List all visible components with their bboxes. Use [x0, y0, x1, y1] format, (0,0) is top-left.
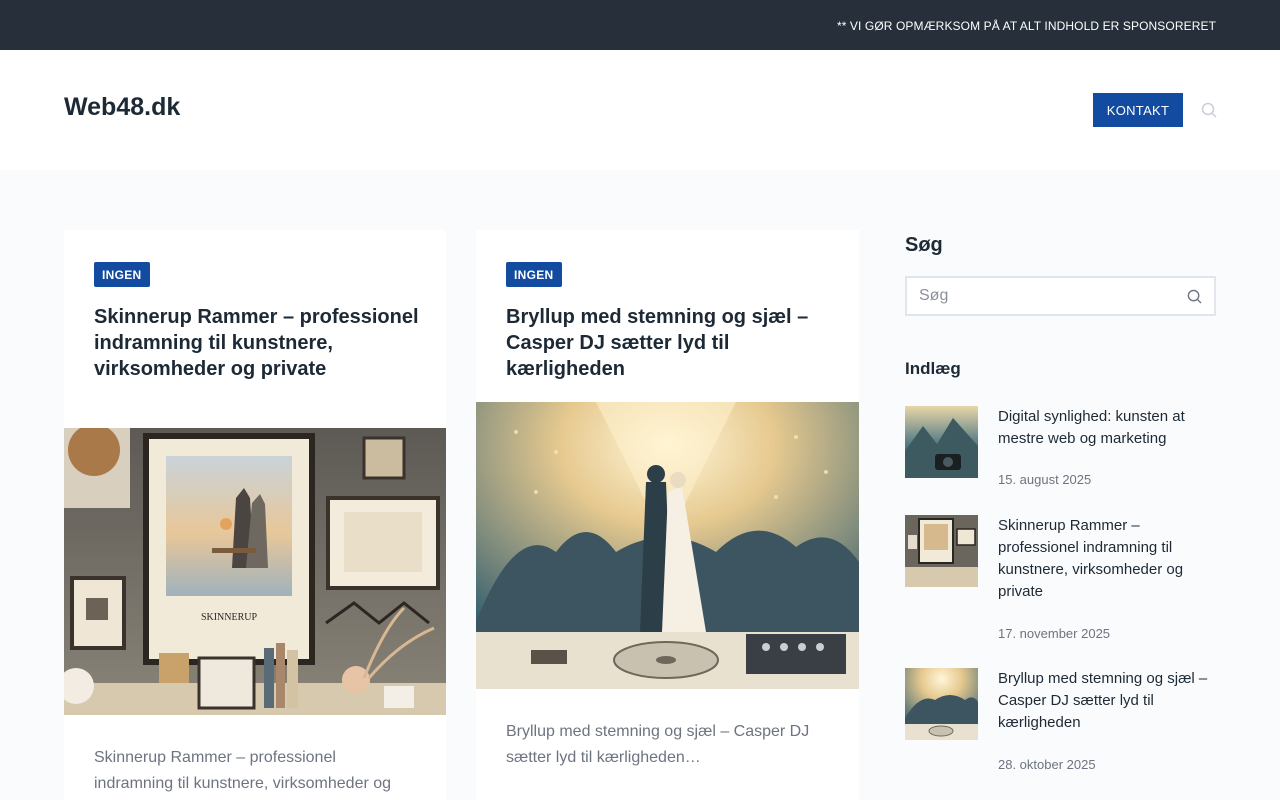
post-thumbnail[interactable] [905, 406, 978, 478]
posts-widget-title: Indlæg [905, 359, 961, 378]
site-header: Web48.dk KONTAKT [0, 50, 1280, 170]
search-widget-title: Søg [905, 234, 943, 256]
post-card-skinnerup: INGEN Skinnerup Rammer – professionel in… [64, 230, 446, 800]
post-thumbnail[interactable] [905, 515, 978, 587]
sidebar-post-date: 17. november 2025 [998, 626, 1111, 641]
category-tag[interactable]: INGEN [94, 262, 150, 287]
post-card-title[interactable]: Skinnerup Rammer – professionel indramni… [94, 304, 424, 382]
site-title-link[interactable]: Web48.dk [64, 93, 180, 122]
contact-button[interactable]: KONTAKT [1093, 93, 1183, 127]
post-thumbnail[interactable] [905, 668, 978, 740]
sponsored-notice: ** VI GØR OPMÆRKSOM PÅ AT ALT INDHOLD ER… [836, 19, 1216, 33]
top-notice-bar: ** VI GØR OPMÆRKSOM PÅ AT ALT INDHOLD ER… [0, 0, 1280, 50]
search-icon[interactable] [1201, 102, 1217, 118]
post-card-excerpt: Skinnerup Rammer – professionel indramni… [94, 749, 392, 792]
sidebar-search-form [905, 276, 1216, 316]
sidebar-post-title[interactable]: Digital synlighed: kunsten at mestre web… [998, 406, 1213, 450]
post-card-title[interactable]: Bryllup med stemning og sjæl – Casper DJ… [506, 304, 836, 382]
sidebar-post-title[interactable]: Skinnerup Rammer – professionel indramni… [998, 515, 1213, 603]
sidebar-search-input[interactable] [907, 278, 1167, 314]
sidebar-post-date: 15. august 2025 [998, 472, 1092, 487]
sidebar-post-title[interactable]: Bryllup med stemning og sjæl – Casper DJ… [998, 668, 1213, 734]
post-card-excerpt: Bryllup med stemning og sjæl – Casper DJ… [506, 723, 810, 766]
svg-text:SKINNERUP: SKINNERUP [201, 612, 258, 623]
sidebar-post-date: 28. oktober 2025 [998, 757, 1096, 772]
wedding-dj-image[interactable] [476, 402, 859, 689]
post-card-bryllup: INGEN Bryllup med stemning og sjæl – Cas… [476, 230, 859, 800]
category-tag[interactable]: INGEN [506, 262, 562, 287]
frame-gallery-image[interactable]: SKINNERUP [64, 428, 446, 715]
search-icon[interactable] [1187, 289, 1202, 304]
